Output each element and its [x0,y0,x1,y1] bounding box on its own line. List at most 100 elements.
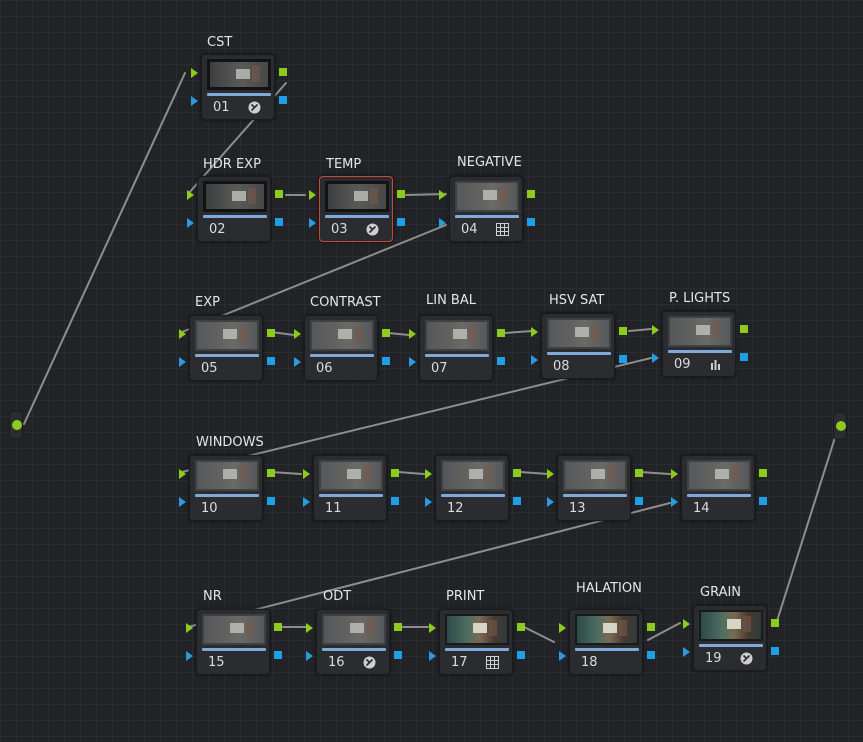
alpha-output-port[interactable] [513,497,521,505]
rgb-output-port[interactable] [382,329,390,337]
node-05[interactable]: 05 [179,315,275,381]
rgb-input-port[interactable] [683,619,690,629]
rgb-output-port[interactable] [513,469,521,477]
node-14[interactable]: 14 [671,455,767,521]
alpha-output-port[interactable] [391,497,399,505]
node-10[interactable]: 10 [179,455,275,521]
rgb-input-port[interactable] [179,469,186,479]
alpha-output-port[interactable] [619,355,627,363]
alpha-output-port[interactable] [740,353,748,361]
alpha-input-port[interactable] [531,355,538,365]
node-06[interactable]: 06 [294,315,390,381]
node-03[interactable]: 03 [309,176,405,242]
alpha-input-port[interactable] [309,218,316,228]
rgb-input-port[interactable] [306,623,313,633]
alpha-output-port[interactable] [759,497,767,505]
node-body: 18 [569,609,643,675]
alpha-output-port[interactable] [497,357,505,365]
rgb-output-port[interactable] [619,327,627,335]
alpha-output-port[interactable] [382,357,390,365]
node-08[interactable]: 08 [531,313,627,379]
rgb-input-port[interactable] [425,469,432,479]
rgb-input-port[interactable] [429,623,436,633]
rgb-output-port[interactable] [397,190,405,198]
node-11[interactable]: 11 [303,455,399,521]
rgb-output-port[interactable] [274,623,282,631]
alpha-input-port[interactable] [303,497,310,507]
alpha-output-port[interactable] [647,651,655,659]
rgb-input-port[interactable] [559,623,566,633]
rgb-output-port[interactable] [279,68,287,76]
node-13[interactable]: 13 [547,455,643,521]
alpha-output-port[interactable] [267,357,275,365]
alpha-output-port[interactable] [397,218,405,226]
alpha-output-port[interactable] [517,651,525,659]
alpha-output-port[interactable] [274,651,282,659]
rgb-output-port[interactable] [759,469,767,477]
alpha-input-port[interactable] [179,497,186,507]
rgb-input-port[interactable] [671,469,678,479]
alpha-input-port[interactable] [409,357,416,367]
node-19[interactable]: 19 [683,605,779,671]
alpha-input-port[interactable] [559,651,566,661]
rgb-input-port[interactable] [439,190,446,200]
alpha-input-port[interactable] [186,651,193,661]
rgb-input-port[interactable] [303,469,310,479]
alpha-input-port[interactable] [179,357,186,367]
rgb-output-port[interactable] [275,190,283,198]
alpha-output-port[interactable] [279,96,287,104]
alpha-input-port[interactable] [294,357,301,367]
node-09[interactable]: 09 [652,311,748,377]
alpha-input-port[interactable] [306,651,313,661]
alpha-input-port[interactable] [439,218,446,228]
node-thumbnail [575,614,639,645]
alpha-input-port[interactable] [547,497,554,507]
alpha-input-port[interactable] [683,647,690,657]
rgb-input-port[interactable] [531,327,538,337]
alpha-input-port[interactable] [191,96,198,106]
alpha-output-port[interactable] [635,497,643,505]
rgb-output-port[interactable] [267,329,275,337]
alpha-output-port[interactable] [527,218,535,226]
rgb-output-port[interactable] [391,469,399,477]
rgb-input-port[interactable] [294,329,301,339]
alpha-output-port[interactable] [394,651,402,659]
wire-08-09 [628,328,652,332]
node-02[interactable]: 02 [187,176,283,242]
rgb-output-port[interactable] [635,469,643,477]
node-07[interactable]: 07 [409,315,505,381]
node-16[interactable]: 16 [306,609,402,675]
node-01[interactable]: 01 [191,54,287,120]
rgb-output-port[interactable] [740,325,748,333]
tree-output-port[interactable] [833,412,847,440]
rgb-input-port[interactable] [547,469,554,479]
node-04[interactable]: 04 [439,176,535,242]
rgb-input-port[interactable] [191,68,198,78]
rgb-input-port[interactable] [309,190,316,200]
rgb-input-port[interactable] [652,325,659,335]
rgb-input-port[interactable] [187,190,194,200]
alpha-output-port[interactable] [267,497,275,505]
rgb-output-port[interactable] [267,469,275,477]
alpha-input-port[interactable] [187,218,194,228]
alpha-input-port[interactable] [425,497,432,507]
rgb-output-port[interactable] [771,619,779,627]
rgb-input-port[interactable] [409,329,416,339]
alpha-output-port[interactable] [275,218,283,226]
node-12[interactable]: 12 [425,455,521,521]
rgb-output-port[interactable] [394,623,402,631]
alpha-input-port[interactable] [429,651,436,661]
tree-input-port[interactable] [9,411,23,439]
rgb-output-port[interactable] [527,190,535,198]
node-18[interactable]: 18 [559,609,655,675]
alpha-output-port[interactable] [771,647,779,655]
rgb-input-port[interactable] [186,623,193,633]
rgb-output-port[interactable] [647,623,655,631]
node-17[interactable]: 17 [429,609,525,675]
node-15[interactable]: 15 [186,609,282,675]
rgb-input-port[interactable] [179,329,186,339]
alpha-input-port[interactable] [671,497,678,507]
rgb-output-port[interactable] [517,623,525,631]
rgb-output-port[interactable] [497,329,505,337]
alpha-input-port[interactable] [652,353,659,363]
